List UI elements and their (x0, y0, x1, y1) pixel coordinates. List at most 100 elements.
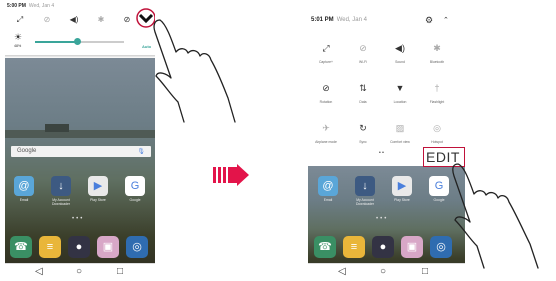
qs-tile-rotation[interactable]: ⊘ Rotation (308, 82, 344, 104)
google-logo: Google (17, 148, 37, 154)
qs-tile-label: Data (359, 100, 367, 104)
qs-tile-label: Location (393, 100, 407, 104)
qs-tile-flashlight[interactable]: † Flashlight (419, 82, 455, 104)
status-bar: 5:00 PM Wed, Jan 4 (7, 3, 54, 9)
app-google[interactable]: G Google (425, 176, 453, 202)
brightness-slider[interactable] (35, 38, 124, 45)
qs-tile-label: Sound (395, 60, 405, 64)
app-my-account-downloader[interactable]: ↓ My Account Downloader (351, 176, 379, 206)
qs-tile-label: Bluetooth (429, 60, 445, 64)
qs-tile-label: Comfort view (390, 140, 410, 144)
app-icon: ▶ (392, 176, 412, 196)
qs-tile-bluetooth[interactable]: ✱ Bluetooth (419, 42, 455, 64)
notification-shade: 5:00 PM Wed, Jan 4 ⤢ ⊘ ◀) ✱ ⊘ ☀ 48% Auto (5, 0, 155, 58)
nav-bar: ◁ ○ □ (5, 263, 155, 281)
qs-tile-comfort-view[interactable]: ▨ Comfort view (382, 122, 418, 144)
app-label: Play Store (394, 198, 410, 202)
qs-tile-label: Rotation (319, 100, 333, 104)
transition-arrow-icon (213, 164, 251, 191)
qs-tile-capture-[interactable]: ⤢ Capture+ (308, 42, 344, 64)
bluetooth-icon[interactable]: ✱ (95, 14, 107, 26)
qs-tile-label: Wi-Fi (359, 60, 367, 64)
shrink-icon[interactable]: ⤢ (14, 14, 26, 26)
qs-tile-icon: ▼ (395, 83, 405, 93)
dock-app-icon[interactable]: ◎ (430, 236, 452, 258)
qs-tile-airplane-mode[interactable]: ✈ Airplane mode (308, 122, 344, 144)
status-date: Wed, Jan 4 (336, 17, 367, 23)
qs-tile-icon: ✱ (433, 43, 441, 53)
status-bar: 5:01 PM Wed, Jan 4 (311, 17, 367, 23)
qs-tile-icon: ✈ (322, 123, 330, 133)
qs-tile-icon: ◎ (433, 123, 441, 133)
qs-tile-location[interactable]: ▼ Location (382, 82, 418, 104)
app-email[interactable]: @ Email (314, 176, 342, 202)
collapse-chevron-icon[interactable]: ⌃ (443, 16, 449, 24)
app-icon: G (429, 176, 449, 196)
back-button[interactable]: ◁ (35, 266, 43, 277)
hand-pointer-icon (452, 163, 539, 269)
qs-tile-icon: ⇅ (359, 83, 367, 93)
wifi-icon[interactable]: ⊘ (41, 14, 53, 26)
status-time: 5:00 PM (7, 3, 26, 9)
app-label: My Account Downloader (355, 198, 375, 206)
qs-tile-label: Flashlight (429, 100, 445, 104)
left-phone-screen: 5:00 PM Wed, Jan 4 ⤢ ⊘ ◀) ✱ ⊘ ☀ 48% Auto … (5, 0, 155, 281)
app-label: Google (433, 198, 445, 202)
qs-tile-icon: † (434, 83, 440, 93)
app-icon: @ (14, 176, 34, 196)
dock-app-icon[interactable]: ● (372, 236, 394, 258)
dock-app-icon[interactable]: ▣ (401, 236, 423, 258)
qs-tile-data[interactable]: ⇅ Data (345, 82, 381, 104)
pier-silhouette (5, 130, 155, 138)
status-time: 5:01 PM (311, 17, 334, 23)
dock-app-icon[interactable]: ☎ (10, 236, 32, 258)
brightness-percent: 48% (14, 44, 22, 48)
right-phone-screen: 5:01 PM Wed, Jan 4 ⚙ ⌃ ⤢ Capture+ ⊘ Wi-Fi ◀) S… (308, 0, 465, 281)
home-button[interactable]: ○ (76, 266, 82, 277)
app-label: My Account Downloader (51, 198, 71, 206)
app-play-store[interactable]: ▶ Play Store (388, 176, 416, 202)
brightness-slider-thumb[interactable] (74, 38, 82, 45)
qs-tile-icon: ⊘ (322, 83, 330, 93)
dock-app-icon[interactable]: ≡ (39, 236, 61, 258)
rotation-icon[interactable]: ⊘ (121, 14, 133, 26)
qs-tile-icon: ↻ (359, 123, 367, 133)
dock-app-icon[interactable]: ≡ (343, 236, 365, 258)
app-email[interactable]: @ Email (10, 176, 38, 202)
dock-app-icon[interactable]: ◎ (126, 236, 148, 258)
volume-icon[interactable]: ◀) (68, 14, 80, 26)
app-play-store[interactable]: ▶ Play Store (84, 176, 112, 202)
app-icon: ▶ (88, 176, 108, 196)
qs-tile-label: Hotspot (431, 140, 443, 144)
app-icon: ↓ (355, 176, 375, 196)
nav-bar: ◁ ○ □ (308, 263, 465, 281)
recents-button[interactable]: □ (422, 266, 428, 277)
qs-tile-icon: ◀) (395, 43, 405, 53)
qs-tile-sound[interactable]: ◀) Sound (382, 42, 418, 64)
qs-tile-sync[interactable]: ↻ Sync (345, 122, 381, 144)
home-page-dots: ••• (376, 216, 389, 222)
app-icon: ↓ (51, 176, 71, 196)
dock-app-icon[interactable]: ▣ (97, 236, 119, 258)
qs-tile-label: Airplane mode (315, 140, 337, 144)
page-dots: • • (379, 150, 384, 156)
dock-app-icon[interactable]: ● (68, 236, 90, 258)
shade-handle[interactable] (5, 55, 155, 58)
home-button[interactable]: ○ (380, 266, 386, 277)
settings-gear-icon[interactable]: ⚙ (425, 15, 433, 26)
google-search-bar[interactable]: Google 🎙 (11, 146, 151, 157)
app-icon: G (125, 176, 145, 196)
qs-tile-icon: ⊘ (359, 43, 367, 53)
recents-button[interactable]: □ (117, 266, 123, 277)
qs-tile-hotspot[interactable]: ◎ Hotspot (419, 122, 455, 144)
app-label: Google (129, 198, 141, 202)
dock-app-icon[interactable]: ☎ (314, 236, 336, 258)
app-my-account-downloader[interactable]: ↓ My Account Downloader (47, 176, 75, 206)
app-google[interactable]: G Google (121, 176, 149, 202)
qs-tile-wi-fi[interactable]: ⊘ Wi-Fi (345, 42, 381, 64)
back-button[interactable]: ◁ (338, 266, 346, 277)
app-icon: @ (318, 176, 338, 196)
mic-icon[interactable]: 🎙 (137, 148, 145, 155)
home-page-dots: ••• (72, 216, 85, 222)
pier-hut (45, 124, 69, 132)
